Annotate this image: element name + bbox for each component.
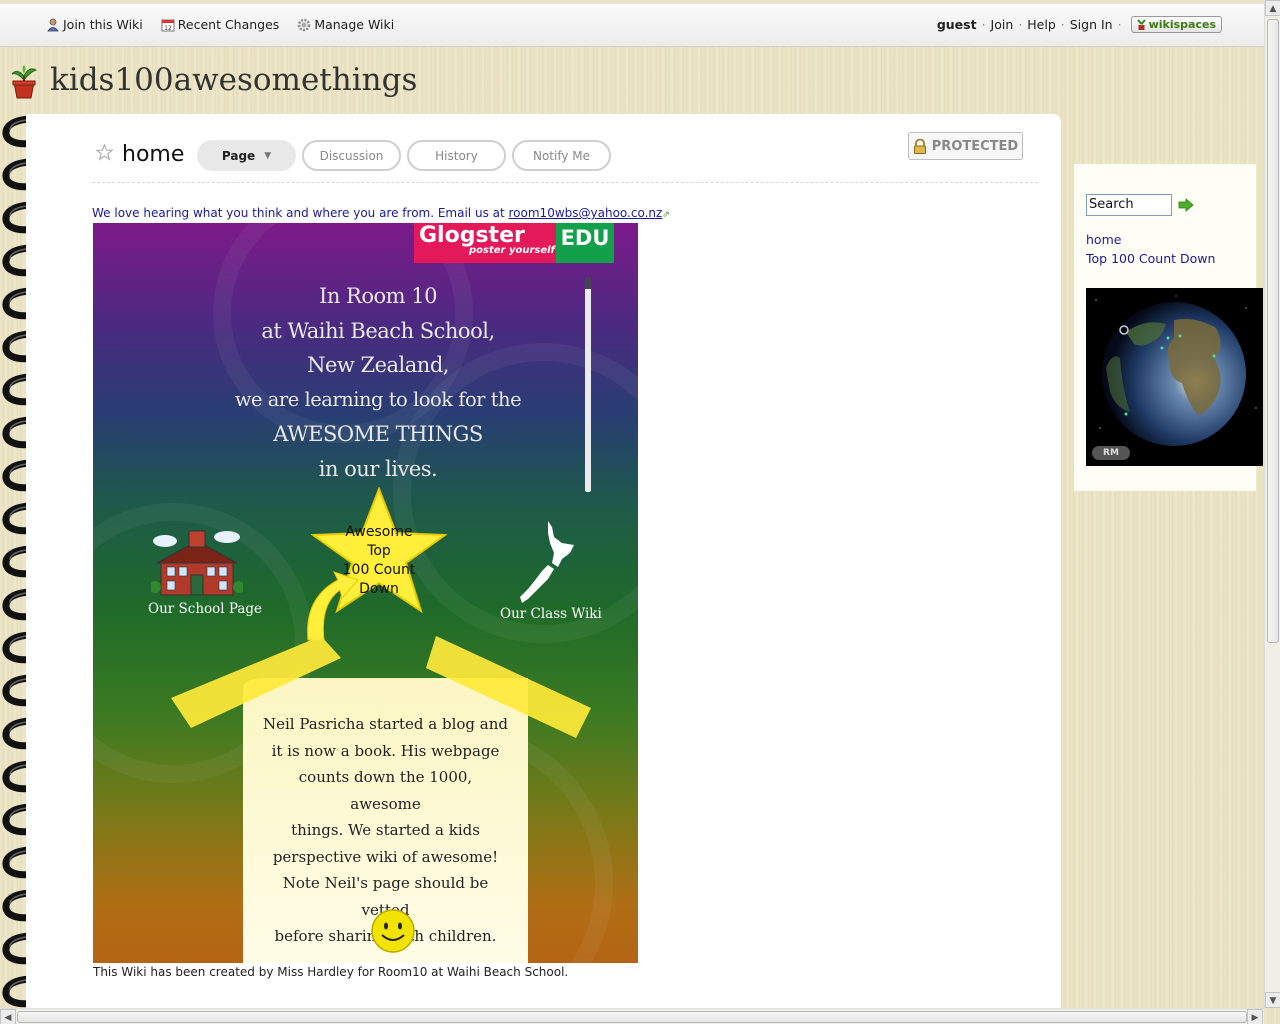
glogster-edu: EDU [556, 223, 614, 263]
protected-label: PROTECTED [931, 138, 1019, 154]
page-tabs: Page ▼ Discussion History Notify Me [197, 140, 611, 171]
star-line: Top [367, 543, 391, 559]
poster-headline: In Room 10 at Waihi Beach School, New Ze… [208, 279, 548, 486]
scroll-line: counts down the 1000, awesome [298, 768, 473, 813]
tab-notify-me-label: Notify Me [532, 148, 591, 163]
tab-history[interactable]: History [407, 140, 506, 171]
intro-paragraph: We love hearing what you think and where… [92, 206, 670, 220]
star-line: Awesome [345, 524, 413, 540]
glogster-poster[interactable]: Glogster poster yourself EDU In Room 10 … [93, 223, 638, 963]
sign-in-link[interactable]: Sign In [1070, 17, 1113, 32]
page-title: home [122, 142, 185, 167]
svg-text:12: 12 [164, 25, 172, 32]
site-title[interactable]: kids100awesomethings [50, 62, 417, 98]
horizontal-scrollbar[interactable]: ◀ ▶ [0, 1008, 1264, 1024]
email-link[interactable]: room10wbs@yahoo.co.nz [509, 206, 663, 220]
content-panel: home Page ▼ Discussion History Notify Me … [26, 114, 1061, 1014]
lock-icon [913, 138, 926, 154]
poster-line: at Waihi Beach School, [261, 318, 495, 343]
chevron-down-icon: ▼ [264, 150, 272, 161]
site-logo-icon [11, 65, 38, 99]
tab-page-label: Page [221, 148, 256, 163]
current-user: guest [936, 17, 977, 32]
visitor-globe-widget[interactable]: RM [1086, 288, 1263, 466]
glogster-logo-main: Glogster poster yourself [414, 223, 556, 263]
poster-line: we are learning to look for the [234, 387, 522, 411]
join-wiki-label: Join this Wiki [63, 17, 143, 32]
smiley-face-icon [371, 909, 415, 953]
sidebar-link-top-100-count-down[interactable]: Top 100 Count Down [1086, 251, 1215, 266]
class-wiki-link[interactable]: Our Class Wiki [500, 606, 602, 622]
external-link-icon: ⇗ [662, 210, 670, 220]
horizontal-scroll-thumb[interactable] [17, 1011, 1247, 1023]
join-wiki-link[interactable]: Join this Wiki [46, 17, 143, 32]
intro-text: We love hearing what you think and where… [92, 206, 509, 220]
scroll-right-arrow-icon[interactable]: ▶ [1247, 1009, 1263, 1024]
poster-text-scrollbar[interactable] [585, 277, 591, 492]
school-building-icon[interactable] [151, 525, 243, 597]
gear-icon [298, 18, 311, 31]
top-nav-bar: Join this Wiki 12 Recent Changes Manage … [0, 0, 1264, 47]
poster-line: in our lives. [318, 456, 438, 481]
glogster-edu-logo[interactable]: Glogster poster yourself EDU [414, 223, 614, 263]
recent-changes-label: Recent Changes [177, 17, 280, 32]
search-input[interactable]: Search [1086, 194, 1172, 216]
tab-page[interactable]: Page ▼ [197, 140, 296, 171]
new-zealand-map-icon[interactable] [518, 519, 580, 605]
calendar-icon: 12 [161, 19, 175, 32]
tab-discussion-label: Discussion [319, 148, 384, 163]
tab-discussion[interactable]: Discussion [302, 140, 401, 171]
sidebar-link-home[interactable]: home [1086, 232, 1121, 247]
protected-badge[interactable]: PROTECTED [908, 132, 1023, 160]
manage-wiki-label: Manage Wiki [314, 17, 395, 32]
wikispaces-badge[interactable]: wikispaces [1130, 16, 1222, 33]
tab-history-label: History [435, 148, 478, 163]
right-sidebar: Search home Top 100 Count Down RM [1074, 164, 1263, 491]
page-header: home Page ▼ Discussion History Notify Me … [92, 132, 1038, 183]
vertical-scrollbar[interactable]: ▲ ▼ [1264, 0, 1280, 1008]
search-go-arrow-icon[interactable] [1178, 198, 1194, 212]
recent-changes-link[interactable]: 12 Recent Changes [161, 17, 280, 32]
page-footer-text: This Wiki has been created by Miss Hardl… [93, 965, 569, 979]
scroll-line: Neil Pasricha started a blog and [263, 715, 508, 733]
globe-badge: RM [1092, 446, 1130, 460]
join-link[interactable]: Join [991, 17, 1014, 32]
wikispaces-label: wikispaces [1148, 18, 1216, 31]
scroll-line: it is now a book. His webpage [271, 741, 500, 760]
vertical-scroll-thumb[interactable] [1267, 19, 1279, 643]
scroll-left-arrow-icon[interactable]: ◀ [0, 1009, 16, 1024]
scroll-line: perspective wiki of awesome! [272, 847, 499, 866]
help-link[interactable]: Help [1027, 17, 1056, 32]
poster-line: In Room 10 [319, 284, 437, 308]
scroll-up-arrow-icon[interactable]: ▲ [1265, 0, 1280, 16]
school-page-link[interactable]: Our School Page [148, 601, 262, 617]
poster-line: New Zealand, [307, 353, 449, 377]
plant-icon [1136, 19, 1146, 30]
poster-line: AWESOME THINGS [273, 422, 483, 446]
user-icon [47, 18, 59, 31]
favorite-star-icon[interactable] [96, 144, 113, 161]
tab-notify-me[interactable]: Notify Me [512, 140, 611, 171]
scroll-line: things. We started a kids [291, 821, 480, 839]
globe-image [1095, 295, 1257, 446]
scroll-down-arrow-icon[interactable]: ▼ [1265, 992, 1280, 1008]
manage-wiki-link[interactable]: Manage Wiki [297, 17, 394, 32]
